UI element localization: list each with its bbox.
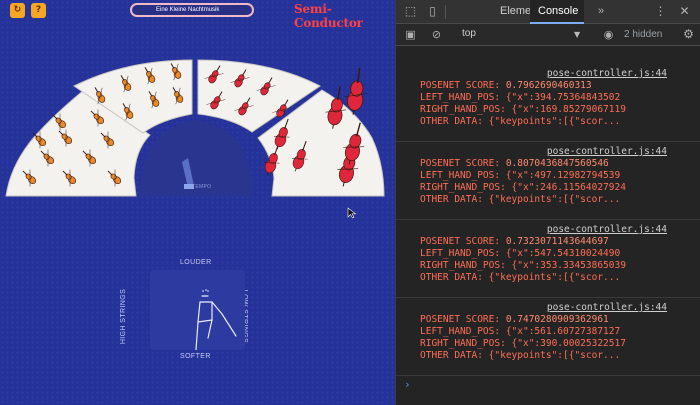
left-hand-label: LEFT_HAND_POS: xyxy=(420,248,501,259)
console-log-entry: pose-controller.js:44 POSENET SCORE: 0.8… xyxy=(396,142,700,220)
log-line-score: POSENET SCORE: 0.8070436847560546 xyxy=(420,158,609,169)
console-log-entry: pose-controller.js:44 POSENET SCORE: 0.7… xyxy=(396,64,700,142)
log-line-other: OTHER DATA: {"keypoints":[{"scor... xyxy=(420,272,620,283)
orchestra-diagram xyxy=(5,59,385,197)
log-source-link[interactable]: pose-controller.js:44 xyxy=(547,146,667,157)
right-hand-label: RIGHT_HAND_POS: xyxy=(420,104,506,115)
left-hand-label: LEFT_HAND_POS: xyxy=(420,92,501,103)
pose-camera-pad xyxy=(150,270,245,351)
tab-console[interactable]: Console xyxy=(530,0,584,24)
other-data-label: OTHER DATA: xyxy=(420,272,483,283)
log-line-right-hand: RIGHT_HAND_POS: {"x":246.11564027924 xyxy=(420,182,626,193)
left-hand-label: LEFT_HAND_POS: xyxy=(420,170,501,181)
score-label: POSENET SCORE: xyxy=(420,158,501,169)
log-line-left-hand: LEFT_HAND_POS: {"x":394.75364843502 xyxy=(420,92,620,103)
log-line-score: POSENET SCORE: 0.7323071143644697 xyxy=(420,236,609,247)
score-label: POSENET SCORE: xyxy=(420,80,501,91)
log-line-other: OTHER DATA: {"keypoints":[{"scor... xyxy=(420,350,620,361)
device-toolbar-icon[interactable]: ▯ xyxy=(426,5,439,18)
live-expression-icon[interactable]: ◉ xyxy=(602,28,615,41)
left-hand-value[interactable]: {"x":394.75364843502 xyxy=(506,92,620,103)
devtools-tabbar: ⬚ ▯ Elements Console » ⋮ ✕ xyxy=(396,0,700,24)
log-source-link[interactable]: pose-controller.js:44 xyxy=(547,224,667,235)
log-line-right-hand: RIGHT_HAND_POS: {"x":353.33453865039 xyxy=(420,260,626,271)
right-hand-value[interactable]: {"x":390.00025322517 xyxy=(512,338,626,349)
log-line-other: OTHER DATA: {"keypoints":[{"scor... xyxy=(420,116,620,127)
high-strings-label: HIGH STRINGS xyxy=(120,288,128,345)
hidden-messages-count[interactable]: 2 hidden xyxy=(624,29,662,40)
right-hand-label: RIGHT_HAND_POS: xyxy=(420,338,506,349)
mouse-cursor-icon xyxy=(347,207,357,219)
score-value: 0.7962690460313 xyxy=(505,80,592,91)
right-hand-value[interactable]: {"x":246.11564027924 xyxy=(512,182,626,193)
console-toolbar: ▣ ⊘ top ▼ ◉ 2 hidden ⚙ xyxy=(396,24,700,46)
log-line-left-hand: LEFT_HAND_POS: {"x":547.54310024490 xyxy=(420,248,620,259)
pose-skeleton-icon xyxy=(195,289,237,351)
score-value: 0.7323071143644697 xyxy=(505,236,609,247)
chevron-down-icon[interactable]: ▼ xyxy=(574,30,580,39)
gear-icon[interactable]: ⚙ xyxy=(682,28,695,41)
other-data-label: OTHER DATA: xyxy=(420,350,483,361)
log-line-left-hand: LEFT_HAND_POS: {"x":561.60727387127 xyxy=(420,326,620,337)
other-data-label: OTHER DATA: xyxy=(420,116,483,127)
log-line-left-hand: LEFT_HAND_POS: {"x":497.12982794539 xyxy=(420,170,620,181)
log-line-right-hand: RIGHT_HAND_POS: {"x":390.00025322517 xyxy=(420,338,626,349)
score-value: 0.7470280909362961 xyxy=(505,314,609,325)
tab-separator xyxy=(445,5,446,19)
semi-conductor-app: ↻ ? Eine Kleine Nachtmusik Semi-Conducto… xyxy=(0,0,395,405)
context-selector[interactable]: top xyxy=(462,28,476,39)
score-value: 0.8070436847560546 xyxy=(505,158,609,169)
other-data-value[interactable]: {"keypoints":[{"scor... xyxy=(489,272,621,283)
right-hand-label: RIGHT_HAND_POS: xyxy=(420,182,506,193)
score-label: POSENET SCORE: xyxy=(420,314,501,325)
score-label: POSENET SCORE: xyxy=(420,236,501,247)
log-source-link[interactable]: pose-controller.js:44 xyxy=(547,302,667,313)
left-hand-label: LEFT_HAND_POS: xyxy=(420,326,501,337)
sidebar-toggle-icon[interactable]: ▣ xyxy=(404,28,417,41)
other-data-value[interactable]: {"keypoints":[{"scor... xyxy=(489,116,621,127)
clear-console-icon[interactable]: ⊘ xyxy=(430,28,443,41)
log-line-score: POSENET SCORE: 0.7962690460313 xyxy=(420,80,592,91)
console-log-entry: pose-controller.js:44 POSENET SCORE: 0.7… xyxy=(396,298,700,376)
kebab-menu-icon[interactable]: ⋮ xyxy=(654,5,667,18)
devtools-panel: ⬚ ▯ Elements Console » ⋮ ✕ ▣ ⊘ top ▼ ◉ 2… xyxy=(395,0,700,405)
left-hand-value[interactable]: {"x":561.60727387127 xyxy=(506,326,620,337)
louder-label: LOUDER xyxy=(180,259,212,266)
other-data-value[interactable]: {"keypoints":[{"scor... xyxy=(489,350,621,361)
more-tabs-button[interactable]: » xyxy=(598,0,604,24)
log-line-right-hand: RIGHT_HAND_POS: {"x":169.85279067119 xyxy=(420,104,626,115)
console-log-entry: pose-controller.js:44 POSENET SCORE: 0.7… xyxy=(396,220,700,298)
close-icon[interactable]: ✕ xyxy=(678,5,691,18)
right-hand-label: RIGHT_HAND_POS: xyxy=(420,260,506,271)
softer-label: SOFTER xyxy=(180,353,211,360)
left-hand-value[interactable]: {"x":547.54310024490 xyxy=(506,248,620,259)
right-hand-value[interactable]: {"x":353.33453865039 xyxy=(512,260,626,271)
inspect-element-icon[interactable]: ⬚ xyxy=(404,5,417,18)
console-prompt[interactable]: › xyxy=(404,378,411,391)
log-line-other: OTHER DATA: {"keypoints":[{"scor... xyxy=(420,194,620,205)
log-source-link[interactable]: pose-controller.js:44 xyxy=(547,68,667,79)
right-hand-value[interactable]: {"x":169.85279067119 xyxy=(512,104,626,115)
other-data-value[interactable]: {"keypoints":[{"scor... xyxy=(489,194,621,205)
left-hand-value[interactable]: {"x":497.12982794539 xyxy=(506,170,620,181)
tempo-label: TEMPO xyxy=(192,184,212,190)
log-line-score: POSENET SCORE: 0.7470280909362961 xyxy=(420,314,609,325)
other-data-label: OTHER DATA: xyxy=(420,194,483,205)
